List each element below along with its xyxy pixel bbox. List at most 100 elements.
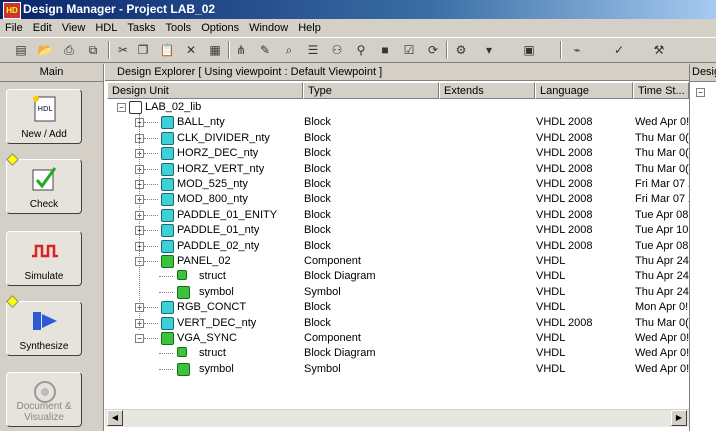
shortcut-check-button[interactable]: Check — [6, 159, 82, 214]
tree-row[interactable]: symbol Symbol VHDL Wed Apr 0! — [105, 362, 689, 377]
delete-icon[interactable]: ✕ — [182, 41, 200, 59]
tree-connector — [144, 214, 158, 216]
tree-connector — [144, 184, 158, 185]
refresh-icon[interactable]: ⟳ — [424, 41, 442, 59]
compile-icon[interactable]: ⚙ — [452, 41, 470, 59]
browse-icon[interactable]: ⌕ — [280, 41, 298, 59]
menu-file[interactable]: File — [0, 19, 28, 37]
menu-tools[interactable]: Tools — [161, 19, 197, 37]
menu-edit[interactable]: Edit — [28, 19, 57, 37]
design-unit-type: Block Diagram — [304, 270, 376, 283]
tree-connector — [159, 368, 173, 370]
menu-window[interactable]: Window — [244, 19, 293, 37]
scroll-right-icon[interactable]: ▶ — [671, 410, 687, 426]
tree-row[interactable]: + VERT_DEC_nty Block VHDL 2008 Thu Mar 0( — [105, 316, 689, 331]
menu-help[interactable]: Help — [293, 19, 326, 37]
copy-view-icon[interactable]: ⧉ — [84, 41, 102, 59]
block-icon — [161, 208, 174, 222]
shortcut-pane: Main HDL New / Add Check Simulate Synthesize… — [0, 64, 104, 431]
design-unit-type: Block — [304, 147, 331, 160]
horizontal-scrollbar[interactable]: ◀ ▶ — [105, 409, 689, 427]
design-unit-time: Thu Mar 0( — [635, 316, 689, 329]
tree-row[interactable]: + MOD_800_nty Block VHDL 2008 Fri Mar 07 2 — [105, 192, 689, 207]
hierarchy-icon[interactable]: ⋔ — [232, 41, 250, 59]
find-icon[interactable]: ⚲ — [352, 41, 370, 59]
shortcut-new-add-button[interactable]: HDL New / Add — [6, 89, 82, 144]
settings-icon[interactable]: ⚒ — [650, 41, 668, 59]
shortcut-label: Check — [29, 199, 59, 210]
generate-icon[interactable]: ▣ — [520, 41, 538, 59]
design-unit-type: Block — [304, 239, 331, 252]
list-icon[interactable]: ☰ — [304, 41, 322, 59]
column-header-time-st[interactable]: Time St... — [633, 82, 689, 99]
column-header-design-unit[interactable]: Design Unit — [107, 82, 303, 99]
collapse-icon[interactable]: − — [135, 334, 144, 343]
checkmark-icon — [31, 166, 59, 192]
menu-view[interactable]: View — [57, 19, 91, 37]
tree-connector — [159, 291, 173, 293]
hdl-document-icon: HDL — [31, 96, 59, 122]
shortcut-label: New / Add — [21, 129, 67, 140]
scroll-left-icon[interactable]: ◀ — [107, 410, 123, 426]
design-unit-type: Block — [304, 224, 331, 237]
design-unit-time: Thu Apr 24 — [635, 270, 689, 283]
tree-row[interactable]: + PADDLE_02_nty Block VHDL 2008 Tue Apr 08 — [105, 239, 689, 254]
tree-row[interactable]: + MOD_525_nty Block VHDL 2008 Fri Mar 07 2 — [105, 177, 689, 192]
copy-icon[interactable]: ❐ — [134, 41, 152, 59]
cut-icon[interactable]: ✂ — [114, 41, 132, 59]
block-icon — [161, 131, 174, 145]
design-unit-language: VHDL — [536, 255, 566, 267]
shortcut-pane-header: Main — [0, 64, 103, 82]
tree-row[interactable]: + HORZ_DEC_nty Block VHDL 2008 Thu Mar 0( — [105, 146, 689, 161]
design-unit-name: struct — [199, 347, 226, 360]
design-unit-type: Block — [304, 178, 331, 190]
dropdown-icon[interactable]: ▾ — [480, 41, 498, 59]
edit-icon[interactable]: ✎ — [256, 41, 274, 59]
tree-row[interactable]: + PADDLE_01_nty Block VHDL 2008 Tue Apr 10 — [105, 223, 689, 238]
svg-text:HDL: HDL — [38, 105, 53, 113]
open-icon[interactable]: 📂 — [36, 41, 54, 59]
shortcut-synthesize-button[interactable]: Synthesize — [6, 301, 82, 356]
tree-row[interactable]: − PANEL_02 Component VHDL Thu Apr 24 — [105, 254, 689, 269]
tree-row[interactable]: symbol Symbol VHDL Thu Apr 24 — [105, 285, 689, 300]
tree-row[interactable]: − VGA_SYNC Component VHDL Wed Apr 0! — [105, 331, 689, 346]
collapse-icon[interactable]: − — [696, 88, 705, 97]
menu-options[interactable]: Options — [196, 19, 244, 37]
toolbar-separator — [228, 41, 230, 59]
design-unit-name: symbol — [199, 362, 234, 375]
tree-row-library[interactable]: − LAB_02_lib — [105, 100, 689, 115]
new-icon[interactable]: ▤ — [12, 41, 30, 59]
tree-row[interactable]: + RGB_CONCT Block VHDL Mon Apr 0! — [105, 300, 689, 315]
design-unit-language: VHDL 2008 — [536, 224, 593, 237]
wizard-icon[interactable]: ✓ — [610, 41, 628, 59]
design-unit-time: Thu Mar 0( — [635, 162, 689, 175]
menu-hdl[interactable]: HDL — [90, 19, 122, 37]
tree-row[interactable]: + BALL_nty Block VHDL 2008 Wed Apr 0! — [105, 115, 689, 130]
tree-icon[interactable]: ⚇ — [328, 41, 346, 59]
menu-tasks[interactable]: Tasks — [122, 19, 160, 37]
properties-icon[interactable]: ▦ — [206, 41, 224, 59]
paste-icon[interactable]: 📋 — [158, 41, 176, 59]
column-header-extends[interactable]: Extends — [439, 82, 535, 99]
toolbar: ▤ 📂 ⎙ ⧉ ✂ ❐ 📋 ✕ ▦ ⋔ ✎ ⌕ ☰ ⚇ ⚲ ■ ☑ ⟳ ⚙ ▾ ▣ ⌁ ✓ ⚒ — [0, 37, 716, 63]
component-icon — [161, 332, 174, 345]
tree-row[interactable]: + PADDLE_01_ENITY Block VHDL 2008 Tue Apr 08 — [105, 208, 689, 223]
collapse-icon[interactable]: − — [117, 103, 126, 112]
tree-row[interactable]: struct Block Diagram VHDL Wed Apr 0! — [105, 346, 689, 361]
design-unit-time: Wed Apr 0! — [635, 347, 689, 360]
design-unit-language: VHDL 2008 — [536, 131, 593, 144]
tree-row[interactable]: struct Block Diagram VHDL Thu Apr 24 — [105, 269, 689, 284]
column-header-language[interactable]: Language — [535, 82, 633, 99]
shortcut-label: Document & Visualize — [16, 401, 72, 423]
design-unit-language: VHDL 2008 — [536, 162, 593, 175]
toolbar-separator — [560, 41, 562, 59]
component-icon[interactable]: ■ — [376, 41, 394, 59]
tree-row[interactable]: + CLK_DIVIDER_nty Block VHDL 2008 Thu Mar 0( — [105, 131, 689, 146]
column-header-type[interactable]: Type — [303, 82, 439, 99]
print-icon[interactable]: ⎙ — [60, 41, 78, 59]
tree-row[interactable]: + HORZ_VERT_nty Block VHDL 2008 Thu Mar 0( — [105, 162, 689, 177]
simulate-icon[interactable]: ⌁ — [568, 41, 586, 59]
shortcut-simulate-button[interactable]: Simulate — [6, 231, 82, 286]
design-unit-time: Thu Mar 0( — [635, 131, 689, 144]
checkin-icon[interactable]: ☑ — [400, 41, 418, 59]
